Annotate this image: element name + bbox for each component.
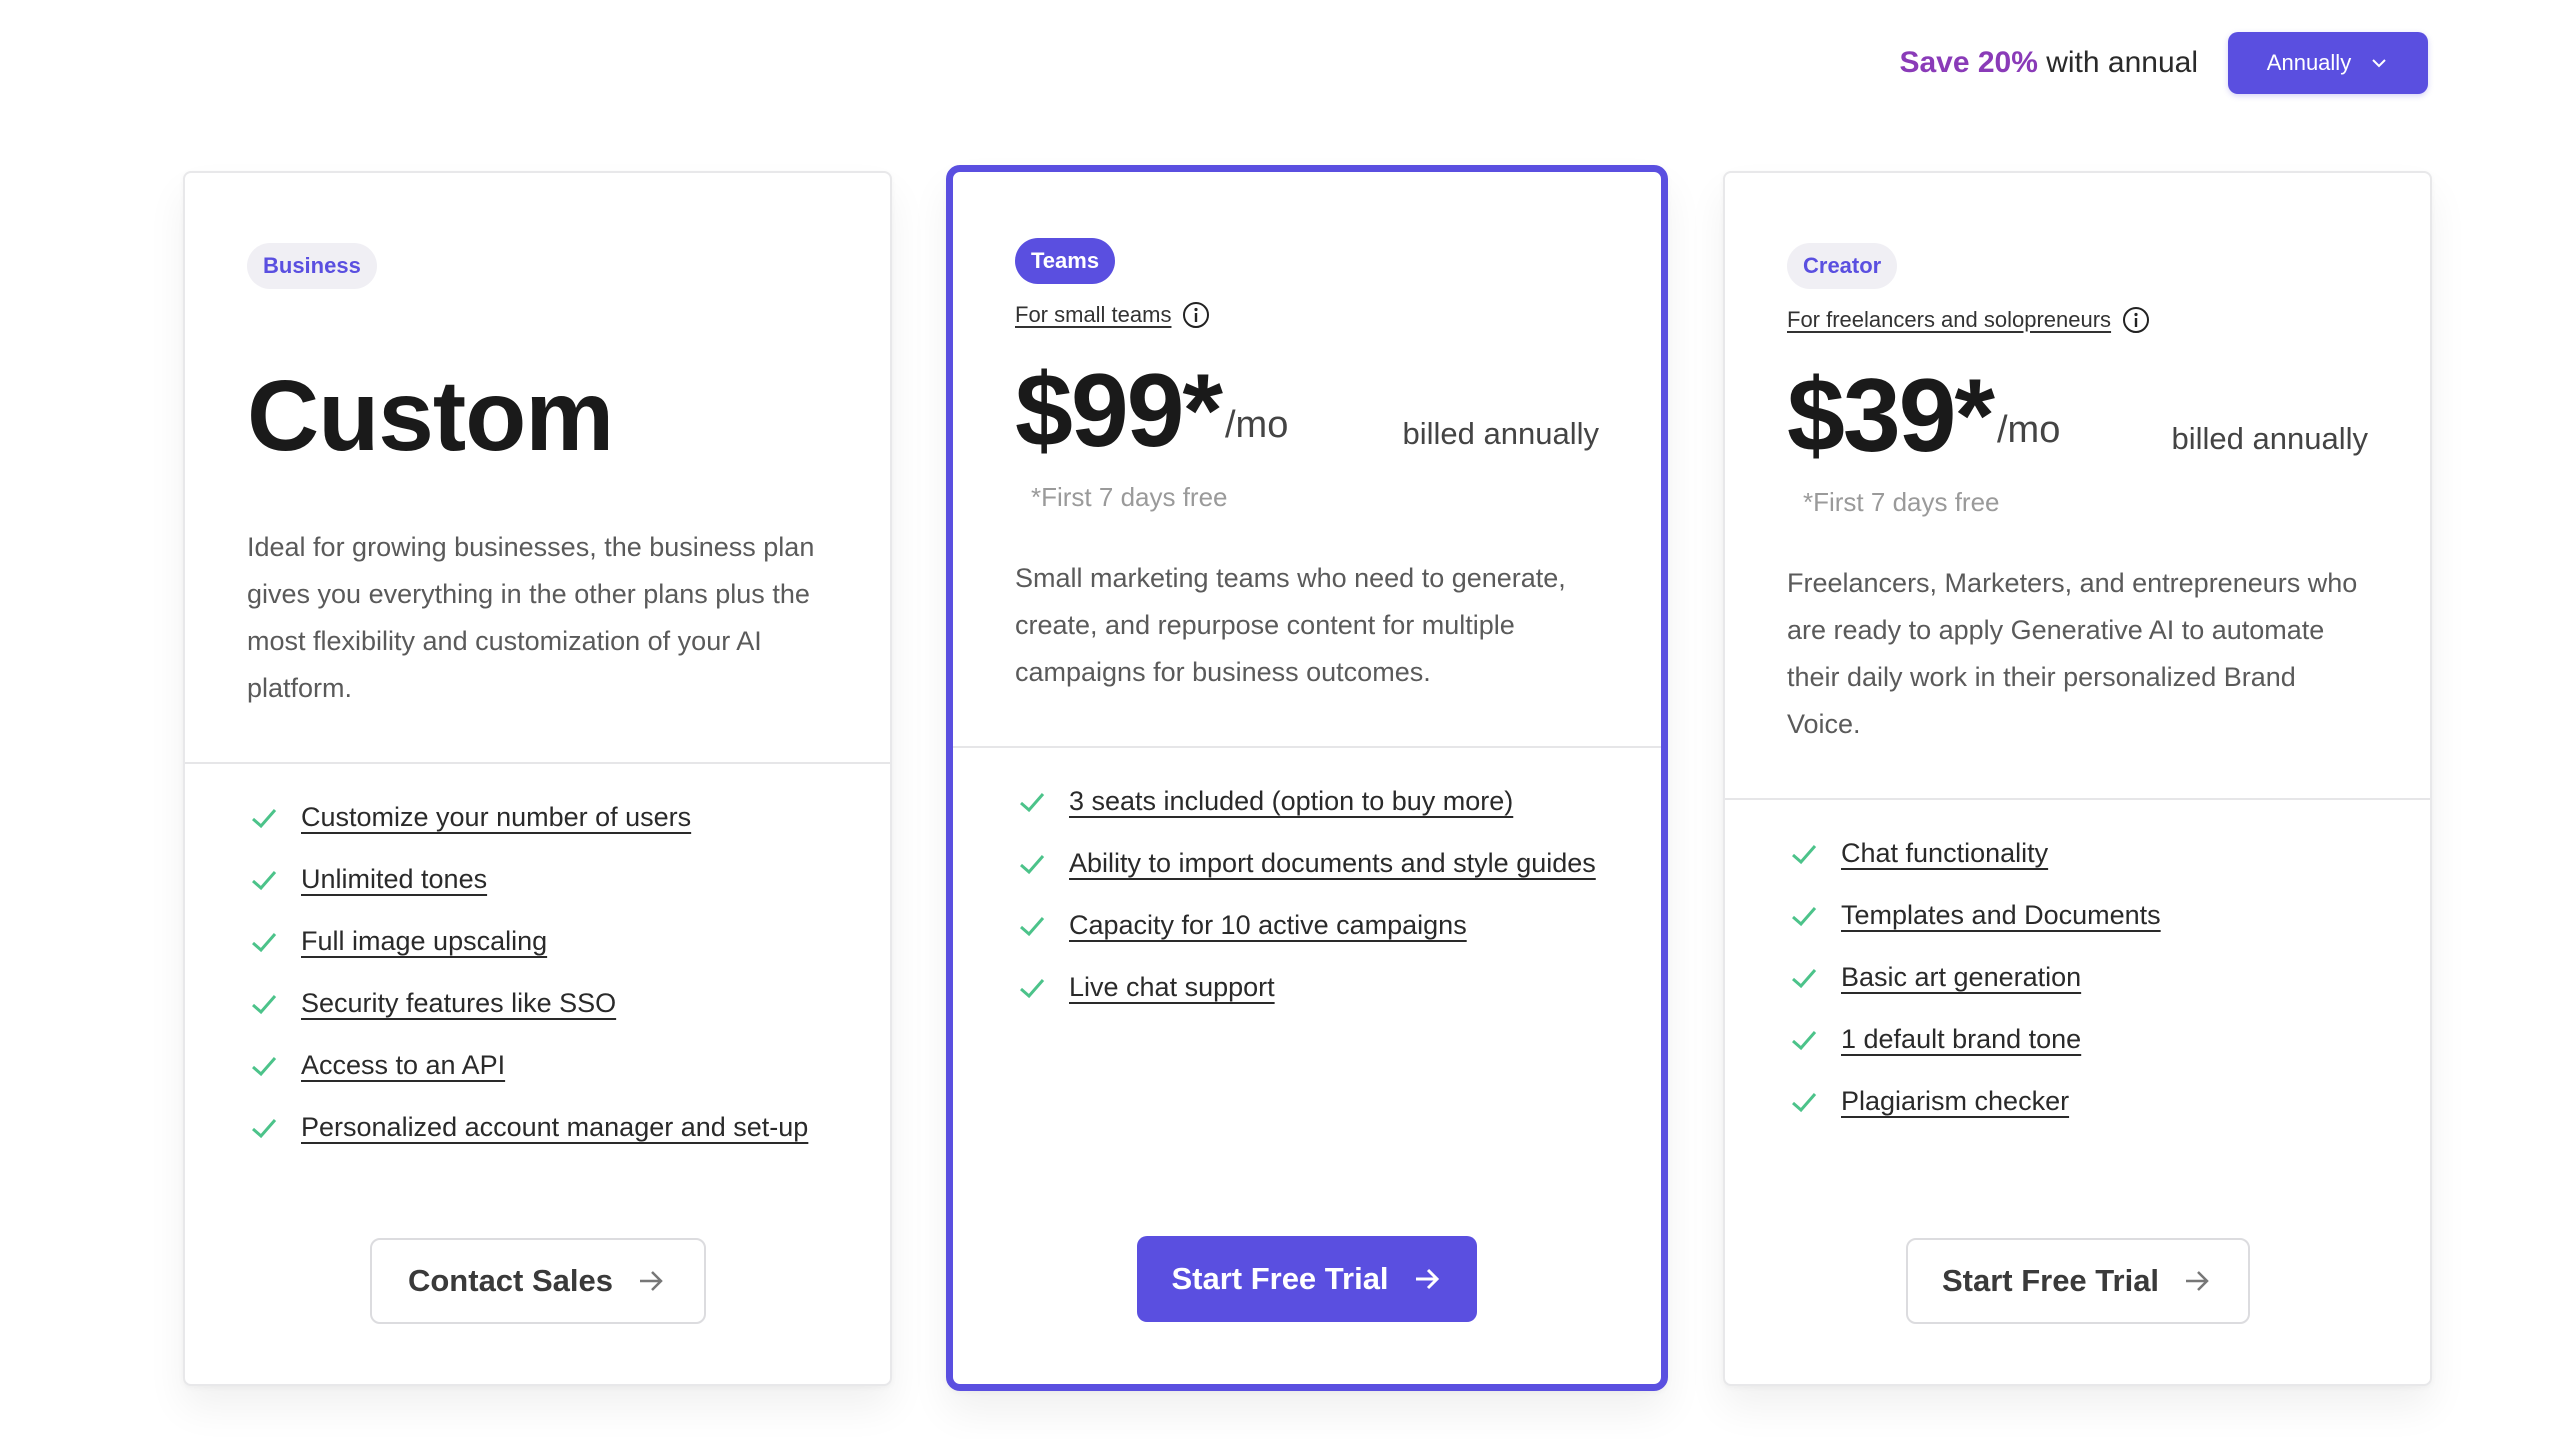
check-icon [252,932,277,952]
feature-item: Basic art generation [1787,954,2368,1001]
feature-item: Live chat support [1015,964,1599,1011]
feature-link[interactable]: Templates and Documents [1841,892,2161,939]
check-icon [1020,854,1045,874]
plan-card-teams: Teams For small teams $99* /mo billed an… [946,165,1668,1391]
feature-link[interactable]: Plagiarism checker [1841,1078,2069,1125]
plan-card-creator: Creator For freelancers and solopreneurs… [1723,171,2432,1386]
save-percent: Save 20% [1899,46,2038,79]
check-icon [252,1056,277,1076]
feature-link[interactable]: Chat functionality [1841,830,2048,877]
plan-description: Freelancers, Marketers, and entrepreneur… [1787,568,2358,739]
arrow-right-icon [1415,1268,1439,1290]
plan-subtitle: For freelancers and solopreneurs [1787,305,2368,335]
check-icon [252,1118,277,1138]
feature-list: Customize your number of users Unlimited… [185,764,890,1151]
plan-price: $99* [1015,353,1223,469]
trial-note: *First 7 days free [1803,487,2000,517]
feature-link[interactable]: Access to an API [301,1042,505,1089]
feature-link[interactable]: Personalized account manager and set-up [301,1104,808,1151]
check-icon [1020,792,1045,812]
check-icon [1792,844,1817,864]
plan-badge: Creator [1787,243,1898,289]
save-annual-text: Save 20% with annual [1899,46,2198,80]
plan-price: $39* [1787,358,1995,474]
feature-list: 3 seats included (option to buy more) Ab… [953,748,1661,1011]
feature-item: Templates and Documents [1787,892,2368,939]
plan-card-business: Business Custom Ideal for growing busine… [183,171,892,1386]
feature-link[interactable]: Basic art generation [1841,954,2081,1001]
info-icon[interactable] [1181,300,1211,330]
feature-item: Capacity for 10 active campaigns [1015,902,1599,949]
check-icon [252,870,277,890]
feature-item: Personalized account manager and set-up [247,1104,828,1151]
feature-item: Security features like SSO [247,980,828,1027]
feature-link[interactable]: Unlimited tones [301,856,487,903]
start-free-trial-button[interactable]: Start Free Trial [1905,1238,2250,1324]
billing-note: billed annually [1402,416,1599,451]
trial-note: *First 7 days free [1031,482,1228,512]
check-icon [1792,1030,1817,1050]
contact-sales-button[interactable]: Contact Sales [369,1238,706,1324]
price-row: $99* /mo billed annually [1015,356,1599,466]
feature-list: Chat functionality Templates and Documen… [1725,800,2430,1125]
feature-item: 1 default brand tone [1787,1016,2368,1063]
billing-period-label: Annually [2266,50,2352,75]
feature-link[interactable]: 1 default brand tone [1841,1016,2081,1063]
plan-subtitle-link[interactable]: For freelancers and solopreneurs [1787,307,2111,333]
billing-toggle-bar: Save 20% with annual Annually [1899,32,2428,94]
check-icon [1792,968,1817,988]
plan-description: Small marketing teams who need to genera… [1015,563,1566,687]
check-icon [252,808,277,828]
feature-item: Chat functionality [1787,830,2368,877]
feature-link[interactable]: Capacity for 10 active campaigns [1069,902,1467,949]
check-icon [1792,906,1817,926]
feature-link[interactable]: 3 seats included (option to buy more) [1069,778,1513,825]
save-annual-suffix: with annual [2037,46,2198,79]
feature-item: 3 seats included (option to buy more) [1015,778,1599,825]
feature-link[interactable]: Customize your number of users [301,794,691,841]
billing-note: billed annually [2171,421,2368,456]
feature-item: Plagiarism checker [1787,1078,2368,1125]
check-icon [1020,978,1045,998]
feature-item: Customize your number of users [247,794,828,841]
feature-link[interactable]: Full image upscaling [301,918,547,965]
plan-description: Ideal for growing businesses, the busine… [247,532,815,703]
feature-link[interactable]: Security features like SSO [301,980,616,1027]
price-period: /mo [1997,409,2061,451]
feature-item: Access to an API [247,1042,828,1089]
price-row: $39* /mo billed annually [1787,361,2368,471]
start-free-trial-button[interactable]: Start Free Trial [1137,1236,1477,1322]
check-icon [1020,916,1045,936]
plan-subtitle: For small teams [1015,300,1599,330]
plan-badge: Business [247,243,377,289]
feature-item: Unlimited tones [247,856,828,903]
feature-link[interactable]: Ability to import documents and style gu… [1069,840,1596,887]
info-icon[interactable] [2121,305,2151,335]
check-icon [1792,1092,1817,1112]
chevron-down-icon [2372,59,2386,68]
plan-subtitle-link[interactable]: For small teams [1015,302,1171,328]
check-icon [252,994,277,1014]
cta-label: Start Free Trial [1941,1263,2160,1298]
price-period: /mo [1225,404,1289,446]
feature-link[interactable]: Live chat support [1069,964,1275,1011]
feature-item: Ability to import documents and style gu… [1015,840,1599,887]
arrow-right-icon [2186,1271,2209,1291]
arrow-right-icon [640,1271,663,1291]
plan-price-heading: Custom [247,360,614,472]
feature-item: Full image upscaling [247,918,828,965]
cta-label: Contact Sales [407,1263,613,1298]
plan-badge: Teams [1015,238,1116,284]
billing-period-dropdown[interactable]: Annually [2228,32,2428,94]
cta-label: Start Free Trial [1171,1261,1389,1296]
